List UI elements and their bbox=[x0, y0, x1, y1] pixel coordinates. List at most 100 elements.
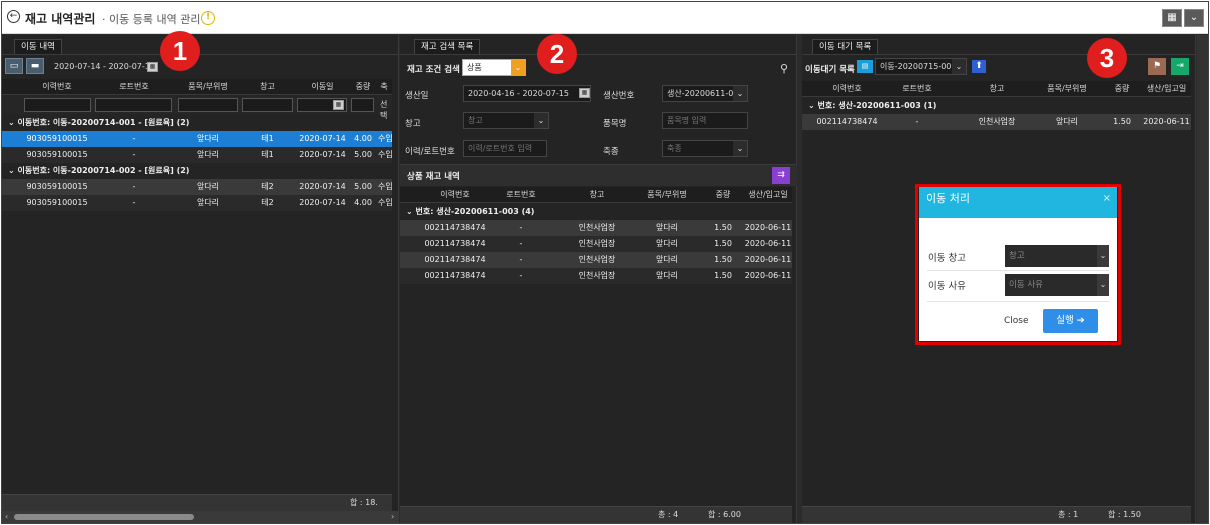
cell-history-no: 002114738474 bbox=[424, 255, 486, 264]
close-button[interactable]: Close bbox=[1004, 316, 1029, 326]
upload-icon[interactable]: ⬆ bbox=[972, 60, 986, 73]
table-row[interactable]: 903059100015 - 앞다리 테1 2020-07-14 5.00 수입… bbox=[2, 147, 392, 163]
col-item[interactable]: 품목/부위명 bbox=[632, 187, 702, 203]
move-reason-select[interactable]: 이동 사유 ⌄ bbox=[1005, 274, 1109, 296]
run-button[interactable]: 실행 ➔ bbox=[1043, 309, 1098, 333]
col-weight[interactable]: 중량 bbox=[1102, 81, 1142, 97]
cell-weight: 4.00 bbox=[354, 198, 372, 207]
col-warehouse[interactable]: 창고 bbox=[240, 79, 295, 95]
search-icon[interactable]: ⚲ bbox=[780, 62, 788, 75]
filter-history-no[interactable] bbox=[24, 98, 91, 112]
chevron-down-icon[interactable]: ⌄ bbox=[534, 113, 548, 128]
species-select[interactable]: 축종 ⌄ bbox=[662, 140, 748, 157]
col-origin[interactable]: 축 bbox=[376, 79, 392, 95]
grid-header: 이력번호 로트번호 창고 품목/부위명 중량 생산/입고일 bbox=[802, 81, 1191, 97]
chevron-down-icon[interactable]: ⌄ bbox=[733, 141, 747, 156]
back-icon[interactable]: ← bbox=[7, 10, 20, 23]
table-row[interactable]: 903059100015 - 앞다리 테1 2020-07-14 4.00 수입… bbox=[2, 131, 392, 147]
exit-icon[interactable]: ⇥ bbox=[1171, 58, 1189, 75]
table-row[interactable]: 002114738474 - 인천사업장 앞다리 1.50 2020-06-11 bbox=[400, 252, 792, 268]
prod-date-field[interactable]: 2020-04-16 - 2020-07-15 bbox=[463, 85, 591, 102]
table-row[interactable]: 903059100015 - 앞다리 테2 2020-07-14 5.00 수입… bbox=[2, 179, 392, 195]
dialog-header: 이동 처리 bbox=[919, 187, 1117, 218]
group-row-2[interactable]: ⌄ 이동번호: 이동-20200714-002 - [원료육] (2) bbox=[2, 163, 392, 179]
col-warehouse[interactable]: 창고 bbox=[952, 81, 1042, 97]
warning-icon[interactable]: ! bbox=[201, 11, 215, 25]
cell-weight: 5.00 bbox=[354, 182, 372, 191]
table-row[interactable]: 002114738474 - 인천사업장 앞다리 1.50 2020-06-11 bbox=[400, 220, 792, 236]
species-label: 축종 bbox=[603, 147, 619, 157]
warehouse-select[interactable]: 창고 ⌄ bbox=[463, 112, 549, 129]
move-warehouse-select[interactable]: 창고 ⌄ bbox=[1005, 245, 1109, 267]
cell-weight: 1.50 bbox=[714, 223, 732, 232]
cell-move-date: 2020-07-14 bbox=[299, 182, 346, 191]
user-move-icon[interactable]: ⚑ bbox=[1148, 58, 1166, 75]
prod-no-select[interactable]: 생산-20200611-003 ⌄ bbox=[662, 85, 748, 102]
cell-move-date: 2020-07-14 bbox=[299, 150, 346, 159]
group-label: 이동번호: 이동-20200714-002 - [원료육] (2) bbox=[17, 166, 190, 175]
filter-weight[interactable] bbox=[351, 98, 374, 112]
menu-dropdown-button[interactable]: ⌄ bbox=[1184, 9, 1204, 27]
horizontal-scrollbar[interactable]: ‹ › bbox=[2, 511, 399, 523]
chevron-down-icon[interactable]: ⌄ bbox=[952, 59, 966, 74]
grid-footer: 총 : 1 합 : 1.50 bbox=[802, 506, 1191, 523]
footer-count: 총 : 4 bbox=[658, 510, 679, 519]
date-range[interactable]: 2020-07-14 - 2020-07-14 bbox=[54, 62, 155, 71]
group-row-1[interactable]: ⌄ 이동번호: 이동-20200714-001 - [원료육] (2) bbox=[2, 115, 392, 131]
table-row[interactable]: 002114738474 - 인천사업장 앞다리 1.50 2020-06-11 bbox=[802, 114, 1191, 130]
col-history-no[interactable]: 이력번호 bbox=[420, 187, 490, 203]
col-history-no[interactable]: 이력번호 bbox=[812, 81, 882, 97]
page-subtitle: · 이동 등록 내역 관리 bbox=[102, 13, 201, 26]
col-move-date[interactable]: 이동일 bbox=[295, 79, 350, 95]
filter-lot-no[interactable] bbox=[95, 98, 172, 112]
cell-item: 앞다리 bbox=[655, 271, 679, 280]
tab-move-history[interactable]: 이동 내역 bbox=[14, 39, 62, 55]
table-row[interactable]: 903059100015 - 앞다리 테2 2020-07-14 4.00 수입… bbox=[2, 195, 392, 211]
cell-history-no: 002114738474 bbox=[424, 223, 486, 232]
chevron-down-icon[interactable]: ⌄ bbox=[1097, 245, 1109, 267]
tab-stock-search[interactable]: 재고 검색 목록 bbox=[414, 39, 481, 55]
stock-condition-select[interactable]: 상품 ⌄ bbox=[462, 59, 526, 76]
col-lot-no[interactable]: 로트번호 bbox=[94, 79, 174, 95]
col-warehouse[interactable]: 창고 bbox=[552, 187, 642, 203]
chevron-down-icon[interactable]: ⌄ bbox=[733, 86, 747, 101]
scroll-thumb[interactable] bbox=[14, 514, 194, 520]
table-row[interactable]: 002114738474 - 인천사업장 앞다리 1.50 2020-06-11 bbox=[400, 236, 792, 252]
open-folder-icon[interactable]: ▬ bbox=[26, 58, 44, 74]
item-name-input[interactable]: 품목명 입력 bbox=[662, 112, 748, 129]
species-placeholder: 축종 bbox=[667, 144, 682, 153]
col-prod-date[interactable]: 생산/입고일 bbox=[1142, 81, 1191, 97]
col-prod-date[interactable]: 생산/입고일 bbox=[744, 187, 792, 203]
col-lot-no[interactable]: 로트번호 bbox=[490, 187, 552, 203]
calendar-icon[interactable]: ▦ bbox=[147, 62, 158, 72]
col-item[interactable]: 품목/부위명 bbox=[176, 79, 240, 95]
lot-no-input[interactable]: 이력/로트번호 입력 bbox=[463, 140, 547, 157]
group-row[interactable]: ⌄ 번호: 생산-20200611-003 (1) bbox=[802, 98, 1191, 114]
group-row[interactable]: ⌄ 번호: 생산-20200611-003 (4) bbox=[400, 204, 792, 220]
tab-divider bbox=[802, 54, 1195, 55]
cell-lot-no: - bbox=[132, 182, 136, 191]
folder-icon[interactable]: ▭ bbox=[5, 58, 23, 74]
scroll-right-icon[interactable]: › bbox=[391, 512, 394, 521]
col-item[interactable]: 품목/부위명 bbox=[1032, 81, 1102, 97]
filter-warehouse[interactable] bbox=[242, 98, 293, 112]
col-weight[interactable]: 중량 bbox=[350, 79, 376, 95]
calendar-icon[interactable]: ▦ bbox=[333, 100, 344, 110]
grid-layout-button[interactable]: ▦ bbox=[1162, 9, 1182, 27]
filter-item[interactable] bbox=[178, 98, 238, 112]
scroll-left-icon[interactable]: ‹ bbox=[5, 512, 8, 521]
list-icon[interactable]: ▤ bbox=[857, 60, 873, 73]
table-row[interactable]: 002114738474 - 인천사업장 앞다리 1.50 2020-06-11 bbox=[400, 268, 792, 284]
col-lot-no[interactable]: 로트번호 bbox=[882, 81, 952, 97]
move-to-wait-icon[interactable]: ⇉ bbox=[772, 167, 790, 184]
filter-row: ▦ 선택 bbox=[2, 96, 392, 120]
close-icon[interactable]: × bbox=[1103, 187, 1111, 211]
wait-list-select[interactable]: 이동-20200715-001 ⌄ bbox=[875, 58, 967, 75]
chevron-down-icon[interactable]: ⌄ bbox=[511, 60, 525, 75]
tab-move-wait[interactable]: 이동 대기 목록 bbox=[812, 39, 879, 55]
col-weight[interactable]: 중량 bbox=[702, 187, 744, 203]
col-history-no[interactable]: 이력번호 bbox=[22, 79, 92, 95]
chevron-down-icon[interactable]: ⌄ bbox=[1097, 274, 1109, 296]
cell-weight: 1.50 bbox=[714, 239, 732, 248]
calendar-icon[interactable]: ▦ bbox=[579, 88, 590, 98]
